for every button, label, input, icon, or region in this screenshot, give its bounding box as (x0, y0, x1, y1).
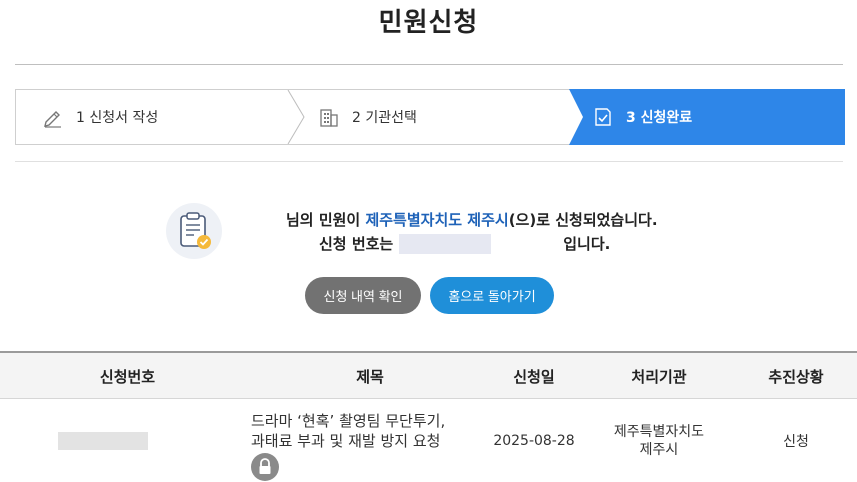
steps-divider (15, 161, 843, 162)
app-number-suffix: 입니다. (563, 235, 611, 253)
message-prefix: 님의 민원이 (286, 211, 366, 229)
completion-message: 님의 민원이 제주특별자치도 제주시(으)로 신청되었습니다. (286, 209, 658, 230)
organization-line-2: 제주시 (639, 442, 679, 458)
cell-title[interactable]: 드라마 ‘현혹’ 촬영팀 무단투기, 과태료 부과 및 재발 방지 요청 (251, 399, 491, 482)
title-line-2: 과태료 부과 및 재발 방지 요청 (251, 432, 441, 450)
table-header: 신청번호 제목 신청일 처리기관 추진상황 (0, 351, 857, 399)
header-application-number: 신청번호 (99, 367, 156, 386)
view-history-button[interactable]: 신청 내역 확인 (305, 277, 421, 314)
step-3-active: 3 신청완료 (592, 90, 842, 144)
header-organization: 처리기관 (631, 367, 687, 386)
step-1-label: 1 신청서 작성 (76, 110, 159, 126)
table-row[interactable]: 드라마 ‘현혹’ 촬영팀 무단투기, 과태료 부과 및 재발 방지 요청 202… (0, 399, 857, 482)
lock-icon (251, 453, 279, 481)
masked-application-number-cell (57, 432, 148, 450)
organization-line-1: 제주특별자치도 (613, 424, 705, 440)
application-table: 신청번호 제목 신청일 처리기관 추진상황 드라마 ‘현혹’ 촬영팀 무단투기,… (0, 351, 857, 482)
step-1: 1 신청서 작성 (42, 90, 292, 144)
message-organization: 제주특별자치도 제주시 (365, 211, 509, 229)
step-2-label: 2 기관선택 (352, 110, 417, 126)
building-icon (320, 109, 338, 127)
header-date: 신청일 (513, 367, 555, 386)
title-divider (15, 64, 843, 65)
cell-application-number (0, 399, 255, 482)
step-2: 2 기관선택 (318, 90, 568, 144)
header-status: 추진상황 (768, 367, 824, 386)
application-number-message: 신청 번호는 입니다. (319, 233, 610, 254)
clipboard-check-icon (166, 203, 222, 259)
step-3-label: 3 신청완료 (626, 110, 693, 126)
pencil-icon (44, 111, 61, 128)
cell-status: 신청 (783, 434, 809, 450)
go-home-button[interactable]: 홈으로 돌아가기 (430, 277, 554, 314)
masked-application-number (399, 233, 492, 254)
message-suffix: (으)로 신청되었습니다. (508, 211, 658, 229)
header-title: 제목 (356, 367, 384, 386)
cell-organization: 제주특별자치도 제주시 (583, 399, 735, 482)
document-check-icon (595, 108, 611, 126)
step-indicator: 1 신청서 작성 2 기관선택 3 신청완료 (15, 89, 845, 145)
cell-date: 2025-08-28 (493, 433, 575, 449)
page-title: 민원신청 (378, 8, 479, 38)
title-line-1: 드라마 ‘현혹’ 촬영팀 무단투기, (251, 412, 446, 430)
app-number-prefix: 신청 번호는 (319, 235, 394, 253)
